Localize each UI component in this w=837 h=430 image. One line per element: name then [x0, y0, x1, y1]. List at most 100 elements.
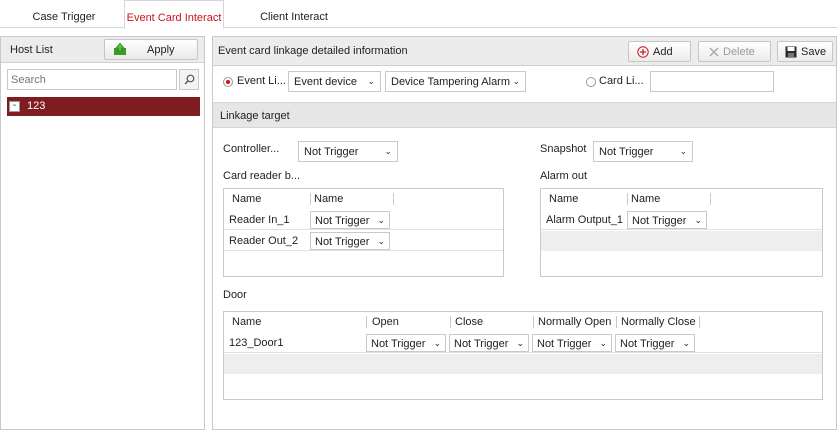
alarm-output-name: Alarm Output_1 [546, 214, 624, 226]
add-button[interactable]: Add [628, 41, 691, 62]
door-grid: Name Open Close Normally Open Normally C… [223, 311, 823, 400]
door-normally-close-value: Not Trigger [620, 338, 675, 350]
host-list-panel: Host List Apply - 123 [0, 36, 205, 430]
table-row[interactable]: Reader In_1 Not Trigger ⌄ [224, 210, 503, 230]
delete-button[interactable]: Delete [698, 41, 771, 62]
tab-case-trigger[interactable]: Case Trigger [14, 0, 114, 28]
column-header: Name [549, 193, 579, 205]
search-field-wrap [7, 69, 177, 90]
alarm-out-label: Alarm out [540, 170, 588, 182]
event-source-select[interactable]: Event device ⌄ [288, 71, 381, 92]
door-normally-close-select[interactable]: Not Trigger ⌄ [615, 334, 695, 352]
door-close-select[interactable]: Not Trigger ⌄ [449, 334, 529, 352]
linkage-target-section: Linkage target [213, 102, 836, 128]
column-header: Name [232, 316, 262, 328]
snapshot-value: Not Trigger [599, 146, 654, 158]
detail-header: Event card linkage detailed information … [213, 37, 836, 66]
chevron-down-icon: ⌄ [384, 146, 392, 156]
snapshot-select[interactable]: Not Trigger ⌄ [593, 141, 693, 162]
snapshot-label: Snapshot [540, 143, 587, 155]
tree-node-123[interactable]: - 123 [7, 97, 200, 116]
reader-name: Reader In_1 [229, 214, 290, 226]
table-row[interactable]: Reader Out_2 Not Trigger ⌄ [224, 231, 503, 251]
alarm-trigger-select[interactable]: Not Trigger ⌄ [627, 211, 707, 229]
reader-trigger-value: Not Trigger [315, 236, 370, 248]
delete-label: Delete [723, 46, 755, 58]
event-linkage-radio[interactable] [223, 77, 233, 87]
column-header: Normally Open [538, 316, 612, 328]
linkage-type-row: Event Li... Event device ⌄ Device Tamper… [213, 67, 836, 97]
door-normally-open-select[interactable]: Not Trigger ⌄ [532, 334, 612, 352]
tab-event-card-interact[interactable]: Event Card Interact [124, 0, 224, 29]
chevron-down-icon: ⌄ [516, 338, 524, 348]
empty-row-fill [541, 231, 822, 251]
door-label: Door [223, 289, 247, 301]
column-header: Name [232, 193, 262, 205]
save-button[interactable]: Save [777, 41, 833, 62]
door-open-select[interactable]: Not Trigger ⌄ [366, 334, 446, 352]
search-icon [184, 74, 195, 85]
column-header: Normally Close [621, 316, 696, 328]
column-header: Name [631, 193, 661, 205]
controller-label: Controller... [223, 143, 280, 155]
tab-client-interact[interactable]: Client Interact [244, 0, 344, 28]
linkage-detail-panel: Event card linkage detailed information … [212, 36, 837, 430]
search-input[interactable] [8, 70, 176, 89]
chevron-down-icon: ⌄ [512, 76, 520, 86]
panel-title: Event card linkage detailed information [218, 45, 408, 57]
grid-header: Name Name [224, 189, 503, 209]
save-label: Save [801, 46, 827, 58]
chevron-down-icon: ⌄ [694, 215, 702, 225]
add-icon [637, 46, 649, 58]
chevron-down-icon: ⌄ [682, 338, 690, 348]
event-linkage-label: Event Li... [237, 75, 286, 87]
empty-row-fill [224, 354, 822, 374]
tab-bar: Case Trigger Event Card Interact Client … [0, 0, 837, 29]
search-button[interactable] [179, 69, 199, 90]
door-open-value: Not Trigger [371, 338, 426, 350]
alarm-out-grid: Name Name Alarm Output_1 Not Trigger ⌄ [540, 188, 823, 277]
chevron-down-icon: ⌄ [377, 215, 385, 225]
host-list-header: Host List Apply [1, 37, 204, 63]
door-close-value: Not Trigger [454, 338, 509, 350]
door-normally-open-value: Not Trigger [537, 338, 592, 350]
column-header: Open [372, 316, 399, 328]
tree-node-label: 123 [27, 100, 46, 112]
reader-trigger-select[interactable]: Not Trigger ⌄ [310, 232, 390, 250]
chevron-down-icon: ⌄ [367, 76, 375, 86]
alarm-trigger-value: Not Trigger [632, 215, 687, 227]
grid-header: Name Open Close Normally Open Normally C… [224, 312, 822, 332]
door-name: 123_Door1 [229, 337, 284, 349]
card-linkage-label: Card Li... [599, 75, 644, 87]
reader-trigger-select[interactable]: Not Trigger ⌄ [310, 211, 390, 229]
controller-select[interactable]: Not Trigger ⌄ [298, 141, 398, 162]
table-row[interactable]: Alarm Output_1 Not Trigger ⌄ [541, 210, 822, 230]
card-reader-grid: Name Name Reader In_1 Not Trigger ⌄ Read… [223, 188, 504, 277]
reader-name: Reader Out_2 [229, 235, 299, 247]
host-list-title: Host List [10, 44, 53, 56]
card-linkage-radio[interactable] [586, 77, 596, 87]
column-header: Name [314, 193, 344, 205]
section-title: Linkage target [220, 110, 290, 122]
collapse-icon[interactable]: - [9, 101, 20, 112]
column-header: Close [455, 316, 484, 328]
event-type-select[interactable]: Device Tampering Alarm ⌄ [385, 71, 526, 92]
add-label: Add [653, 46, 673, 58]
chevron-down-icon: ⌄ [433, 338, 441, 348]
card-number-input[interactable] [650, 71, 774, 92]
event-type-value: Device Tampering Alarm [391, 76, 511, 88]
event-source-value: Event device [294, 76, 357, 88]
chevron-down-icon: ⌄ [599, 338, 607, 348]
apply-label: Apply [147, 44, 175, 56]
table-row[interactable]: 123_Door1 Not Trigger ⌄ Not Trigger ⌄ No… [224, 333, 822, 353]
apply-icon [114, 43, 126, 55]
chevron-down-icon: ⌄ [679, 146, 687, 156]
delete-icon [709, 47, 719, 57]
grid-header: Name Name [541, 189, 822, 209]
apply-button[interactable]: Apply [104, 39, 198, 60]
controller-value: Not Trigger [304, 146, 359, 158]
chevron-down-icon: ⌄ [377, 236, 385, 246]
reader-trigger-value: Not Trigger [315, 215, 370, 227]
card-reader-label: Card reader b... [223, 170, 301, 182]
save-icon [785, 46, 797, 58]
